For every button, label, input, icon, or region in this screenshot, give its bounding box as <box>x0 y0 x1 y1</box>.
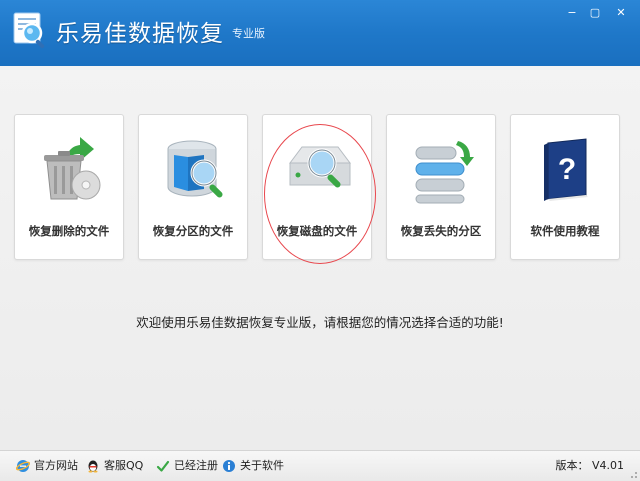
status-bar: 官方网站 客服QQ 已经注册 关于软件 版本： V4.01 <box>0 450 640 481</box>
customer-service-qq-link[interactable]: 客服QQ <box>86 458 143 474</box>
app-edition: 专业版 <box>232 27 265 40</box>
card-label: 软件使用教程 <box>530 224 600 238</box>
statusbar-label: 已经注册 <box>174 459 218 472</box>
about-software-link[interactable]: 关于软件 <box>222 458 284 474</box>
resize-grip-icon[interactable] <box>628 469 638 479</box>
app-title: 乐易佳数据恢复 <box>56 21 224 47</box>
software-tutorial-card[interactable]: ? 软件使用教程 <box>510 114 620 260</box>
recover-lost-partition-card[interactable]: 恢复丢失的分区 <box>386 114 496 260</box>
statusbar-label: 关于软件 <box>240 459 284 472</box>
disk-search-icon <box>289 146 351 188</box>
minimize-button[interactable]: − <box>563 6 581 20</box>
checkmark-icon <box>156 460 170 472</box>
official-website-link[interactable]: 官方网站 <box>16 458 78 474</box>
qq-icon <box>88 460 98 473</box>
help-book-icon: ? <box>544 138 588 201</box>
title-bar: 乐易佳数据恢复 专业版 − ▢ ✕ <box>0 0 640 66</box>
statusbar-label: 客服QQ <box>104 459 144 472</box>
recover-partition-files-card[interactable]: 恢复分区的文件 <box>138 114 248 260</box>
close-button[interactable]: ✕ <box>612 6 630 20</box>
card-label: 恢复丢失的分区 <box>400 224 482 238</box>
recycle-bin-icon <box>44 137 101 200</box>
recover-deleted-files-card[interactable]: 恢复删除的文件 <box>14 114 124 260</box>
version-label: 版本： V4.01 <box>555 459 624 472</box>
partition-search-icon <box>167 140 223 198</box>
info-icon <box>223 460 235 472</box>
recover-disk-files-card[interactable]: 恢复磁盘的文件 <box>262 114 372 260</box>
card-label: 恢复磁盘的文件 <box>276 224 358 238</box>
card-label: 恢复删除的文件 <box>28 224 110 238</box>
card-label: 恢复分区的文件 <box>152 224 234 238</box>
maximize-button[interactable]: ▢ <box>586 6 604 20</box>
statusbar-label: 官方网站 <box>34 459 78 472</box>
main-panel: 恢复删除的文件 恢复分区的文件 恢复磁盘的文件 恢复丢失的分区 ? 软件使用教程… <box>0 66 640 450</box>
ie-icon <box>16 460 30 472</box>
registered-status[interactable]: 已经注册 <box>156 458 218 474</box>
welcome-message: 欢迎使用乐易佳数据恢复专业版，请根据您的情况选择合适的功能! <box>136 315 504 330</box>
app-logo-icon <box>13 12 45 49</box>
svg-text:?: ? <box>558 153 576 186</box>
lost-partition-icon <box>415 141 474 204</box>
